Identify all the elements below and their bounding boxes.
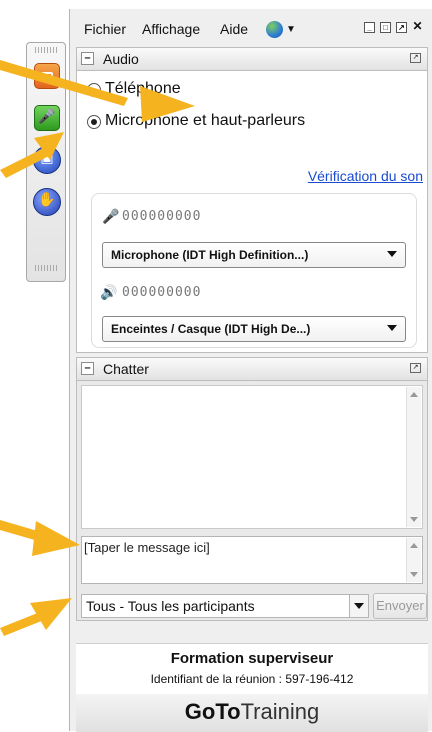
- scroll-down-icon[interactable]: [410, 572, 418, 577]
- detach-audio-icon[interactable]: ↗: [410, 53, 421, 63]
- chat-message-placeholder: [Taper le message ici]: [84, 540, 210, 555]
- session-title: Formation superviseur: [170, 650, 334, 667]
- speaker-select[interactable]: Enceintes / Casque (IDT High De...): [102, 316, 406, 342]
- chevron-down-icon: [387, 251, 397, 257]
- audio-title: Audio: [103, 51, 139, 67]
- gototraining-logo: GoToTraining: [76, 694, 428, 732]
- chat-log-scrollbar[interactable]: [406, 387, 421, 527]
- recipient-select[interactable]: Tous - Tous les participants: [81, 594, 369, 618]
- control-panel: Fichier Affichage Aide ▼ _ □ ↗ ✕ – Audio…: [69, 9, 432, 732]
- chevron-down-icon: [387, 325, 397, 331]
- toggle-panel-button[interactable]: [34, 63, 60, 89]
- menu-aide[interactable]: Aide: [220, 21, 248, 37]
- minimize-icon[interactable]: _: [364, 22, 375, 33]
- microphone-icon: 🎤: [102, 208, 120, 224]
- microphone-level: 000000000: [122, 209, 202, 224]
- arrow-to-message-input: [0, 520, 80, 556]
- radio-microphone[interactable]: [87, 115, 101, 129]
- audio-devices-group: 🎤 000000000 Microphone (IDT High Definit…: [91, 193, 417, 348]
- recipient-value: Tous - Tous les participants: [86, 598, 255, 614]
- screen-button[interactable]: ▣: [33, 146, 61, 174]
- microphone-icon: 🎤: [38, 109, 56, 125]
- restore-icon[interactable]: □: [380, 22, 391, 33]
- chat-section-header: – Chatter ↗: [76, 357, 428, 381]
- globe-icon[interactable]: [266, 21, 283, 38]
- chat-message-input[interactable]: [Taper le message ici]: [81, 536, 423, 584]
- radio-microphone-label[interactable]: Microphone et haut-parleurs: [105, 112, 305, 130]
- meeting-id: Identifiant de la réunion : 597-196-412: [150, 672, 354, 686]
- scroll-up-icon[interactable]: [410, 392, 418, 397]
- collapse-chat-icon[interactable]: –: [81, 362, 94, 375]
- raise-hand-button[interactable]: ✋: [33, 188, 61, 216]
- logo-bold-text: GoTo: [184, 699, 241, 724]
- radio-telephone-label[interactable]: Téléphone: [105, 80, 181, 98]
- speaker-level: 000000000: [122, 285, 202, 300]
- scroll-up-icon[interactable]: [410, 543, 418, 548]
- chevron-down-icon[interactable]: [349, 595, 368, 617]
- microphone-select-value: Microphone (IDT High Definition...): [111, 248, 309, 262]
- sound-check-link[interactable]: Vérification du son: [308, 168, 423, 184]
- close-icon[interactable]: ✕: [412, 20, 423, 33]
- chat-title: Chatter: [103, 361, 149, 377]
- microphone-button[interactable]: 🎤: [34, 105, 60, 131]
- toolbar-grip-bottom[interactable]: [35, 265, 57, 271]
- toolbar-grip-top[interactable]: [35, 47, 57, 53]
- detach-chat-icon[interactable]: ↗: [410, 363, 421, 373]
- audio-section-header: – Audio ↗: [76, 47, 428, 71]
- hand-icon: ✋: [38, 192, 56, 208]
- chat-log[interactable]: [81, 385, 423, 529]
- speaker-select-value: Enceintes / Casque (IDT High De...): [111, 322, 311, 336]
- collapse-audio-icon[interactable]: –: [81, 52, 94, 65]
- screen-icon: ▣: [40, 150, 54, 166]
- arrow-to-recipient: [0, 598, 72, 636]
- menubar: Fichier Affichage Aide ▼ _ □ ↗ ✕: [70, 9, 432, 47]
- popout-icon[interactable]: ↗: [396, 22, 407, 33]
- menu-affichage[interactable]: Affichage: [142, 21, 200, 37]
- scroll-down-icon[interactable]: [410, 517, 418, 522]
- logo-light-text: Training: [240, 699, 320, 724]
- floating-toolbar: 🎤 ▣ ✋: [26, 42, 66, 282]
- chat-input-scrollbar[interactable]: [406, 538, 421, 582]
- send-button[interactable]: Envoyer: [373, 593, 427, 619]
- session-footer: Formation superviseur Identifiant de la …: [76, 643, 428, 732]
- speaker-icon: 🔊: [100, 284, 118, 300]
- menu-fichier[interactable]: Fichier: [84, 21, 126, 37]
- chat-panel: [Taper le message ici] Tous - Tous les p…: [76, 381, 428, 621]
- radio-telephone[interactable]: [87, 83, 101, 97]
- audio-panel: Téléphone Microphone et haut-parleurs Vé…: [76, 71, 428, 353]
- chevron-down-icon[interactable]: ▼: [286, 24, 296, 35]
- microphone-select[interactable]: Microphone (IDT High Definition...): [102, 242, 406, 268]
